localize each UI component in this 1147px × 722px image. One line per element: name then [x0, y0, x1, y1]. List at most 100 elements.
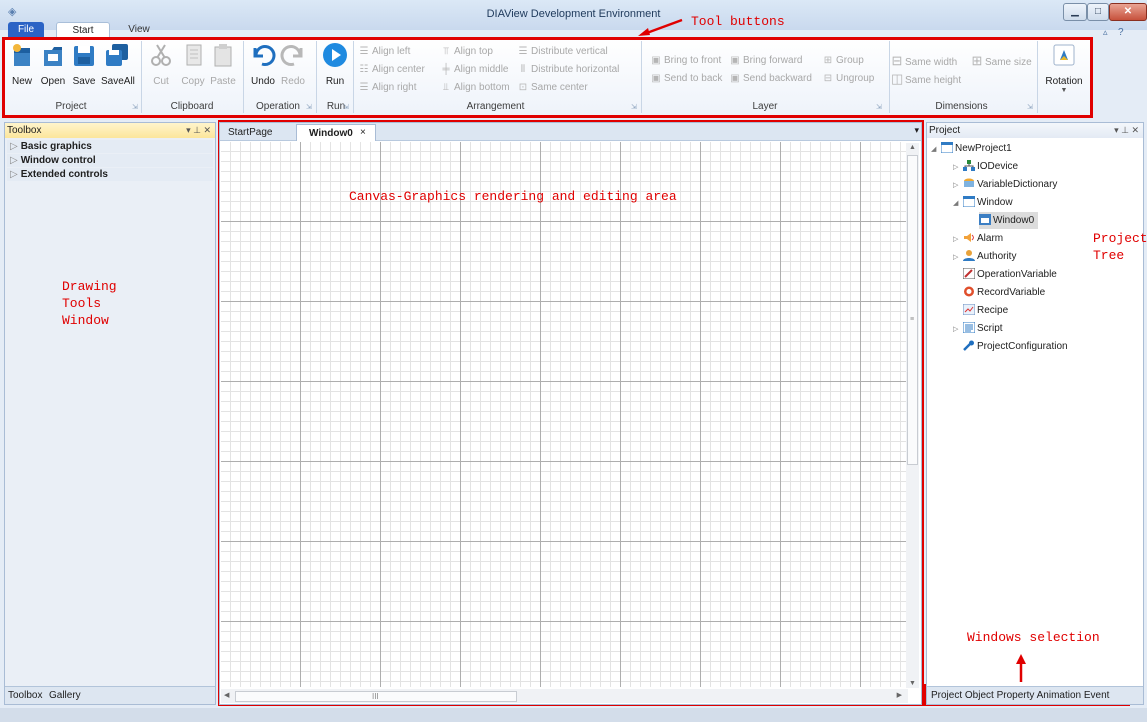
panel-controls[interactable]: ▾ ⊥ ✕ [1114, 123, 1139, 138]
tree-item-script[interactable]: ▷ Script [953, 320, 1003, 337]
expand-arrow-icon: ▷ [10, 141, 18, 152]
canvas-grid[interactable] [221, 142, 908, 687]
expand-arrow-icon: ▷ [953, 164, 959, 171]
expand-arrow-icon: ▷ [10, 169, 18, 180]
tree-label: Authority [977, 251, 1017, 262]
title-bar: ◈ DIAView Development Environment ▁ □ ✕ [0, 0, 1147, 30]
minimize-button[interactable]: ▁ [1063, 3, 1087, 21]
scroll-down-icon[interactable]: ▼ [909, 680, 916, 687]
tree-item-project-root[interactable]: ◢ NewProject1 [931, 140, 1012, 157]
annotation-tool-buttons: Tool buttons [691, 14, 785, 29]
expand-arrow-icon: ▷ [953, 326, 959, 333]
expand-arrow-icon: ▷ [953, 182, 959, 189]
maximize-button[interactable]: □ [1087, 3, 1109, 21]
toolbox-category-basic-graphics[interactable]: ▷ Basic graphics [7, 140, 213, 153]
window-title: DIAView Development Environment [486, 8, 661, 20]
tree-label: VariableDictionary [977, 179, 1058, 190]
toolbox-title: Toolbox [7, 125, 42, 136]
project-panel: Project ▾ ⊥ ✕ ◢ NewProject1 ▷ IODevice ▷ Va… [926, 122, 1144, 705]
vertical-scrollbar[interactable]: ▲ ≡ ▼ [906, 143, 919, 688]
tree-item-authority[interactable]: ▷ Authority [953, 248, 1016, 265]
user-icon [963, 250, 975, 261]
doc-tab-startpage[interactable]: StartPage [228, 124, 288, 141]
wrench-icon [963, 340, 974, 351]
tree-item-record-variable[interactable]: RecordVariable [963, 284, 1045, 301]
tab-dropdown-icon[interactable]: ▾ [914, 125, 919, 136]
tree-label: Alarm [977, 233, 1004, 244]
tab-start[interactable]: Start [56, 22, 110, 38]
close-tab-icon[interactable]: × [360, 127, 366, 138]
grip-icon: III [372, 692, 379, 701]
tree-label: OperationVariable [977, 269, 1057, 280]
tree-item-window0[interactable]: Window0 [979, 212, 1039, 229]
tree-label: IODevice [977, 161, 1019, 172]
expand-arrow-icon: ▷ [10, 155, 18, 166]
tree-label: Script [977, 323, 1003, 334]
annotation-canvas: Canvas-Graphics rendering and editing ar… [349, 189, 677, 204]
tab-event[interactable]: Event [1084, 690, 1110, 701]
tree-item-variable-dictionary[interactable]: ▷ VariableDictionary [953, 176, 1057, 193]
close-button[interactable]: ✕ [1109, 3, 1147, 21]
horizontal-scrollbar[interactable]: ◀ III ▶ [221, 689, 908, 703]
pencil-icon [963, 268, 975, 279]
annotation-arrow-icon [1016, 654, 1026, 682]
annotation-windows-selection: Windows selection [967, 630, 1100, 645]
tree-item-recipe[interactable]: Recipe [963, 302, 1008, 319]
toolbox-tabs: Toolbox Gallery [5, 686, 215, 704]
tree-label: RecordVariable [977, 287, 1046, 298]
script-icon [963, 322, 975, 333]
horizontal-scroll-thumb[interactable]: III [235, 691, 517, 702]
tab-animation[interactable]: Animation [1037, 690, 1081, 701]
status-bar [0, 708, 1147, 722]
tab-toolbox[interactable]: Toolbox [8, 687, 42, 704]
collapse-arrow-icon: ◢ [931, 146, 937, 153]
tab-gallery[interactable]: Gallery [49, 687, 81, 704]
category-label: Extended controls [20, 169, 108, 180]
tab-file[interactable]: File [8, 22, 44, 38]
tree-label: Window [977, 197, 1013, 208]
tree-label: ProjectConfiguration [977, 341, 1068, 352]
project-panel-title: Project [929, 125, 961, 136]
tab-view[interactable]: View [121, 22, 157, 38]
canvas-panel: StartPage Window0 × ▾ ▲ ≡ ▼ ◀ III ▶ [219, 122, 922, 705]
toolbox-category-window-control[interactable]: ▷ Window control [7, 154, 213, 167]
category-label: Window control [20, 155, 96, 166]
tree-item-iodevice[interactable]: ▷ IODevice [953, 158, 1018, 175]
scroll-right-icon[interactable]: ▶ [897, 691, 902, 699]
tree-label: Window0 [993, 215, 1035, 226]
window-page-icon [979, 214, 991, 225]
toolbox-category-extended-controls[interactable]: ▷ Extended controls [7, 168, 213, 181]
scroll-up-icon[interactable]: ▲ [909, 144, 916, 151]
tab-object[interactable]: Object [965, 690, 994, 701]
tree-item-window[interactable]: ◢ Window [953, 194, 1013, 211]
tree-item-project-configuration[interactable]: ProjectConfiguration [963, 338, 1068, 355]
document-tabs: StartPage Window0 × ▾ [220, 123, 921, 141]
annotation-project-tree: Project Tree [1093, 231, 1147, 263]
tree-item-alarm[interactable]: ▷ Alarm [953, 230, 1003, 247]
project-icon [941, 142, 953, 153]
scroll-left-icon[interactable]: ◀ [224, 691, 229, 699]
tree-item-operation-variable[interactable]: OperationVariable [963, 266, 1057, 283]
tree-label: Recipe [977, 305, 1009, 316]
tab-project[interactable]: Project [931, 690, 962, 701]
category-label: Basic graphics [20, 141, 92, 152]
annotation-arrow-icon [638, 18, 683, 36]
expand-arrow-icon: ▷ [953, 236, 959, 243]
collapse-arrow-icon: ◢ [953, 200, 959, 207]
record-icon [964, 286, 974, 297]
panel-controls[interactable]: ▾ ⊥ ✕ [186, 123, 211, 138]
grip-icon: ≡ [910, 316, 915, 323]
expand-arrow-icon: ▷ [953, 254, 959, 261]
window-icon [963, 196, 975, 207]
annotation-drawing-tools: Drawing Tools Window [62, 279, 117, 328]
alarm-speaker-icon [964, 233, 974, 242]
network-icon [963, 160, 975, 171]
tab-property[interactable]: Property [997, 690, 1035, 701]
vertical-scroll-thumb[interactable]: ≡ [907, 155, 918, 465]
project-panel-tabs: Project Object Property Animation Event [927, 686, 1143, 704]
tree-label: NewProject1 [955, 143, 1012, 154]
tool-buttons-highlight [2, 37, 1093, 118]
help-icon[interactable]: ? [1118, 27, 1124, 38]
ribbon-collapse-icon[interactable]: ▵ [1103, 27, 1108, 38]
project-header: Project ▾ ⊥ ✕ [927, 123, 1143, 138]
